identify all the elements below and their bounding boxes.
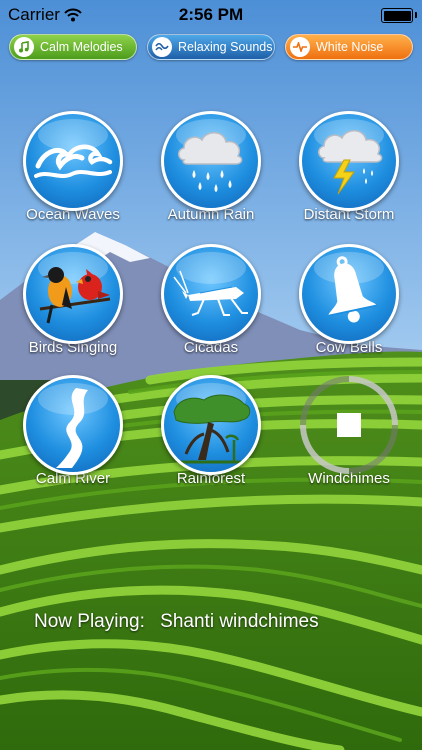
stop-icon: [337, 413, 361, 437]
sound-ocean-waves-button[interactable]: [23, 111, 123, 211]
tab-white-noise-label: White Noise: [316, 40, 384, 54]
tab-calm-melodies-label: Calm Melodies: [40, 40, 123, 54]
sound-birds-singing[interactable]: Birds Singing: [13, 244, 133, 356]
now-playing-track: Shanti windchimes: [160, 611, 319, 632]
sound-autumn-rain-button[interactable]: [161, 111, 261, 211]
sound-calm-river-button[interactable]: [23, 375, 123, 475]
status-bar: Carrier 2:56 PM: [0, 0, 422, 30]
sound-windchimes-button[interactable]: [299, 375, 399, 475]
clock: 2:56 PM: [178, 5, 244, 24]
now-playing-label: Now Playing:: [34, 611, 145, 632]
storm-cloud-icon: [318, 130, 383, 195]
tab-relaxing-sounds[interactable]: Relaxing Sounds: [147, 34, 275, 60]
sound-cicadas-button[interactable]: [161, 244, 261, 344]
sound-windchimes[interactable]: Windchimes: [289, 375, 409, 487]
cicada-icon: [173, 270, 248, 316]
sound-cow-bells[interactable]: Cow Bells: [289, 244, 409, 356]
bell-icon: [327, 256, 378, 323]
sound-distant-storm[interactable]: Distant Storm: [289, 111, 409, 223]
battery-icon: [381, 8, 417, 23]
birds-icon: [39, 267, 111, 324]
sound-cow-bells-button[interactable]: [299, 244, 399, 344]
sound-ocean-waves[interactable]: Ocean Waves: [13, 111, 133, 223]
now-playing: Now Playing: Shanti windchimes: [34, 611, 319, 633]
sound-distant-storm-button[interactable]: [299, 111, 399, 211]
sound-birds-singing-button[interactable]: [23, 244, 123, 344]
sound-autumn-rain[interactable]: Autumn Rain: [151, 111, 271, 223]
river-icon: [56, 388, 88, 468]
tab-calm-melodies[interactable]: Calm Melodies: [9, 34, 137, 60]
sound-calm-river[interactable]: Calm River: [13, 375, 133, 487]
tab-white-noise[interactable]: White Noise: [285, 34, 413, 60]
tree-icon: [173, 394, 251, 464]
pulse-icon: [290, 37, 310, 57]
wave-icon: [152, 37, 172, 57]
sound-rainforest[interactable]: Rainforest: [151, 375, 271, 487]
tab-relaxing-sounds-label: Relaxing Sounds: [178, 40, 273, 54]
sound-rainforest-button[interactable]: [161, 375, 261, 475]
sound-cicadas[interactable]: Cicadas: [151, 244, 271, 356]
rain-cloud-icon: [178, 132, 243, 192]
waves-icon: [34, 144, 113, 178]
music-note-icon: [14, 37, 34, 57]
